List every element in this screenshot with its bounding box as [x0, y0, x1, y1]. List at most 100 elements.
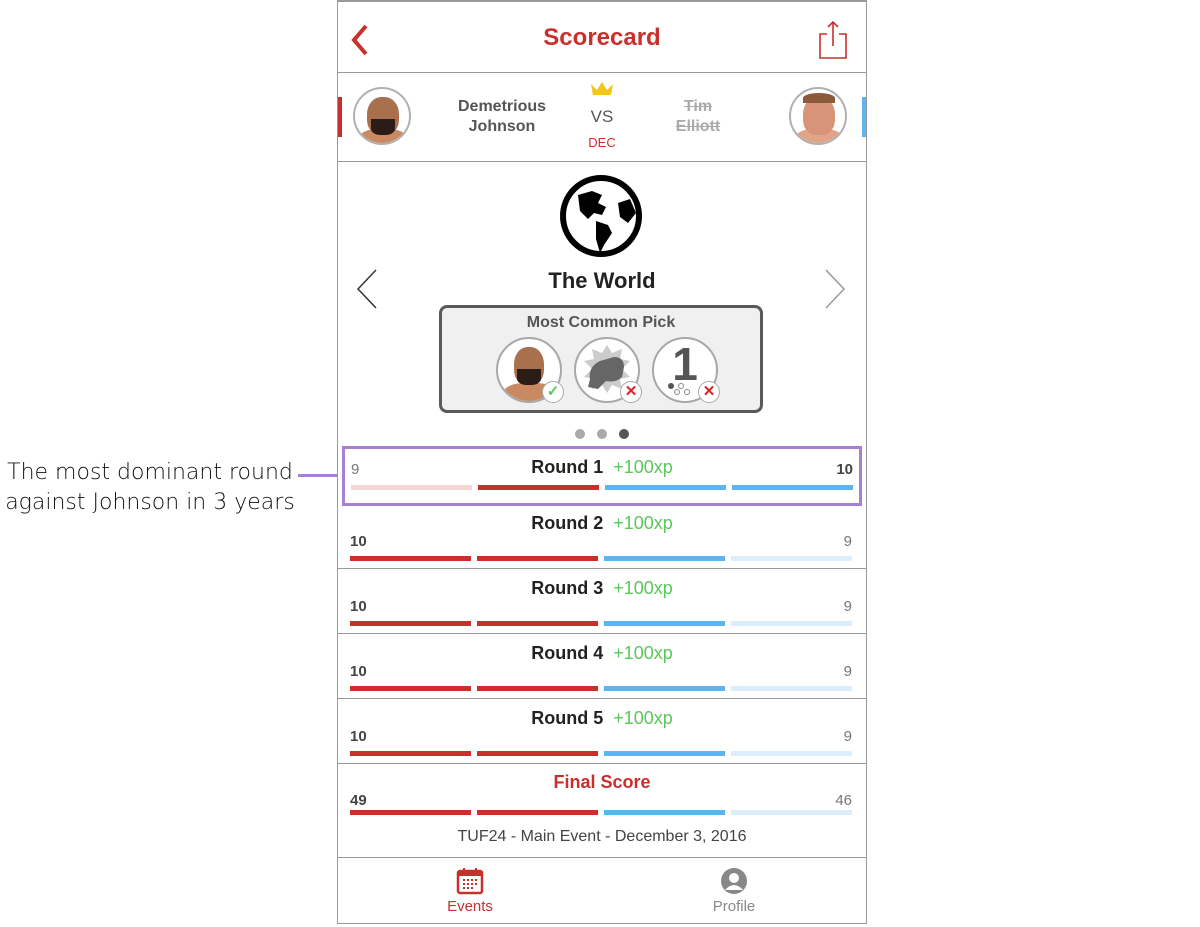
round-score-bar	[350, 556, 852, 561]
event-info: TUF24 - Main Event - December 3, 2016	[457, 828, 747, 845]
xp-label: +100xp	[613, 578, 673, 598]
red-round-score: 10	[350, 598, 367, 615]
bar-segment	[731, 751, 852, 756]
bar-segment	[477, 810, 598, 815]
round-row[interactable]: Round 2 +100xp 10 9	[338, 505, 866, 569]
round-label: Round 2 +100xp	[531, 513, 673, 533]
bar-segment	[350, 751, 471, 756]
xp-label: +100xp	[613, 643, 673, 663]
bar-segment	[731, 810, 852, 815]
red-fighter-avatar[interactable]	[353, 87, 411, 145]
bar-segment	[477, 621, 598, 626]
bar-segment	[477, 556, 598, 561]
round-row[interactable]: Round 1 +100xp 9 10	[342, 446, 862, 506]
page-indicator	[338, 426, 866, 444]
annotation-line-1: The most dominant round	[7, 460, 293, 485]
bar-segment	[731, 621, 852, 626]
red-corner-marker	[338, 97, 342, 137]
page-dot-1[interactable]	[574, 429, 585, 439]
most-common-pick-card: Most Common Pick ✓ ✕ 1 ✕	[439, 305, 763, 413]
round-label: Round 5 +100xp	[531, 708, 673, 728]
chevron-right-icon[interactable]	[824, 268, 846, 310]
red-round-score: 9	[351, 461, 360, 478]
tab-events-label: Events	[447, 898, 493, 915]
blue-round-score: 10	[836, 461, 853, 478]
bar-segment	[351, 485, 472, 490]
method-label: DEC	[588, 135, 616, 150]
round-row[interactable]: Round 4 +100xp 10 9	[338, 635, 866, 699]
calendar-icon	[456, 868, 484, 895]
bar-segment	[350, 686, 471, 691]
bar-segment	[604, 686, 725, 691]
bar-segment	[478, 485, 599, 490]
xp-label: +100xp	[613, 513, 673, 533]
annotation-callout: The most dominant round against Johnson …	[0, 458, 300, 518]
group-name: The World	[548, 268, 656, 293]
xp-label: +100xp	[613, 708, 673, 728]
round-label: Round 3 +100xp	[531, 578, 673, 598]
group-carousel: The World Most Common Pick ✓ ✕ 1 ✕	[338, 162, 866, 447]
blue-final-score: 46	[835, 792, 852, 809]
red-fighter-name: Demetrious Johnson	[457, 98, 547, 135]
blue-round-score: 9	[843, 533, 852, 550]
red-round-score: 10	[350, 533, 367, 550]
final-score-label: Final Score	[553, 772, 651, 792]
final-score-bar	[350, 810, 852, 815]
pick-fighter: ✓	[496, 337, 564, 403]
blue-round-score: 9	[843, 598, 852, 615]
blue-round-score: 9	[843, 728, 852, 745]
most-common-pick-title: Most Common Pick	[526, 314, 676, 331]
tab-profile[interactable]: Profile	[602, 858, 866, 927]
bar-segment	[350, 556, 471, 561]
round-score-bar	[350, 686, 852, 691]
bar-segment	[350, 810, 471, 815]
tab-profile-label: Profile	[712, 898, 756, 915]
pick-round: 1 ✕	[652, 337, 720, 403]
share-icon[interactable]	[818, 20, 848, 60]
round-score-bar	[350, 621, 852, 626]
page-dot-3[interactable]	[619, 429, 630, 439]
bar-segment	[605, 485, 726, 490]
tab-bar: Events Profile	[338, 857, 866, 927]
pick-method: ✕	[574, 337, 642, 403]
tab-events[interactable]: Events	[338, 858, 602, 927]
crown-icon	[591, 82, 613, 95]
red-final-score: 49	[350, 792, 367, 809]
page-title: Scorecard	[543, 24, 661, 51]
bar-segment	[477, 686, 598, 691]
page-dot-2[interactable]	[597, 429, 607, 439]
red-round-score: 10	[350, 663, 367, 680]
xp-label: +100xp	[613, 457, 673, 477]
bar-segment	[604, 751, 725, 756]
round-label: Round 4 +100xp	[531, 643, 673, 663]
red-round-score: 10	[350, 728, 367, 745]
bar-segment	[604, 621, 725, 626]
bar-segment	[477, 751, 598, 756]
blue-fighter-name: Tim Elliott	[675, 98, 721, 135]
blue-corner-marker	[862, 97, 866, 137]
bar-segment	[731, 686, 852, 691]
round-row[interactable]: Round 5 +100xp 10 9	[338, 700, 866, 764]
round-score-bar	[351, 485, 853, 490]
phone-screen: Scorecard Demetrious Johnson VS DEC Tim …	[337, 0, 867, 924]
round-label: Round 1 +100xp	[531, 457, 673, 477]
profile-icon	[721, 868, 747, 894]
annotation-line-2: against Johnson in 3 years	[5, 490, 295, 515]
bar-segment	[731, 556, 852, 561]
final-score-row: Final Score 49 46	[338, 764, 866, 828]
check-icon: ✓	[542, 381, 564, 403]
x-icon: ✕	[698, 381, 720, 403]
bar-segment	[732, 485, 853, 490]
bar-segment	[350, 621, 471, 626]
chevron-left-icon[interactable]	[356, 268, 378, 310]
round-score-bar	[350, 751, 852, 756]
vs-label: VS	[590, 107, 614, 126]
bar-segment	[604, 810, 725, 815]
round-row[interactable]: Round 3 +100xp 10 9	[338, 570, 866, 634]
fight-header: Demetrious Johnson VS DEC Tim Elliott	[338, 73, 866, 162]
blue-fighter-avatar[interactable]	[789, 87, 847, 145]
bar-segment	[604, 556, 725, 561]
globe-icon	[560, 175, 642, 257]
nav-bar: Scorecard	[338, 2, 866, 73]
x-icon: ✕	[620, 381, 642, 403]
